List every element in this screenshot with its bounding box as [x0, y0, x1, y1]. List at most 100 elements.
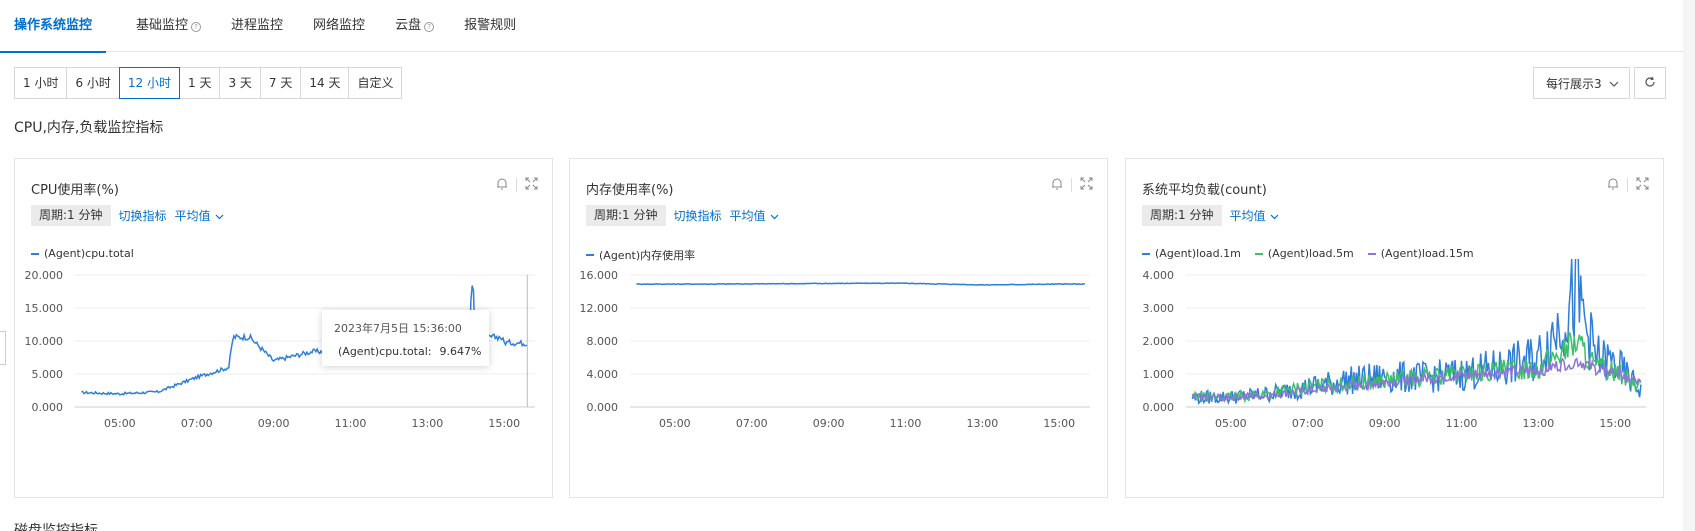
x-tick-label: 11:00	[1446, 417, 1478, 430]
y-tick-label: 0.000	[587, 401, 619, 414]
fullscreen-icon[interactable]	[1080, 177, 1093, 193]
x-tick-label: 05:00	[659, 417, 691, 430]
x-tick-label: 09:00	[258, 417, 290, 430]
tab-3[interactable]: 网络监控	[313, 0, 365, 52]
chevron-down-icon	[1270, 209, 1279, 223]
period-badge: 周期:1 分钟	[586, 205, 666, 226]
legend-swatch	[586, 254, 594, 256]
refresh-icon	[1644, 76, 1656, 91]
x-tick-label: 07:00	[181, 417, 213, 430]
chart-actions	[1051, 177, 1093, 193]
help-icon[interactable]: ?	[191, 22, 202, 32]
line-chart[interactable]: 0.000 1.000 2.000 3.000 4.000 05:00 07:00 09:00…	[1126, 259, 1663, 439]
x-tick-label: 05:00	[1215, 417, 1247, 430]
aggregation-label: 平均值	[174, 209, 211, 223]
y-tick-label: 15.000	[25, 302, 64, 315]
period-badge: 周期:1 分钟	[1142, 205, 1222, 226]
x-tick-label: 09:00	[1369, 417, 1401, 430]
series-line	[636, 282, 1085, 286]
x-tick-label: 15:00	[1599, 417, 1631, 430]
tooltip-label: (Agent)cpu.total:	[338, 345, 432, 358]
page-scrollbar[interactable]	[1683, 0, 1695, 531]
chevron-down-icon	[1609, 76, 1619, 90]
divider	[1627, 178, 1628, 192]
aggregation-label: 平均值	[729, 209, 766, 223]
y-tick-label: 16.000	[580, 269, 619, 282]
chart-title: 内存使用率(%)	[586, 183, 674, 198]
legend-swatch	[31, 252, 39, 255]
x-tick-label: 13:00	[967, 417, 999, 430]
side-collapse-handle[interactable]	[0, 331, 6, 365]
chart-title: 系统平均负载(count)	[1142, 183, 1267, 198]
y-tick-label: 2.000	[1143, 335, 1175, 348]
aggregation-select[interactable]: 平均值	[730, 207, 779, 224]
tab-1[interactable]: 基础监控?	[136, 0, 202, 52]
bell-icon[interactable]	[1051, 177, 1063, 193]
chart-controls: 周期:1 分钟 平均值	[1142, 205, 1279, 226]
section-title-disk: 磁盘监控指标	[14, 523, 98, 531]
tab-label: 操作系统监控	[14, 18, 93, 33]
time-range-button[interactable]: 3 天	[219, 67, 261, 99]
tab-2[interactable]: 进程监控	[231, 0, 283, 52]
x-tick-label: 15:00	[1043, 417, 1075, 430]
time-range-button[interactable]: 6 小时	[66, 67, 120, 99]
y-tick-label: 3.000	[1143, 302, 1175, 315]
x-tick-label: 07:00	[736, 417, 768, 430]
line-chart[interactable]: 0.000 4.000 8.000 12.000 16.000 05:00 07:00 09:…	[570, 259, 1107, 439]
chart-controls: 周期:1 分钟 切换指标 平均值	[586, 205, 779, 226]
divider	[1071, 178, 1072, 192]
time-range-button[interactable]: 1 天	[179, 67, 221, 99]
y-tick-label: 10.000	[25, 335, 64, 348]
help-icon[interactable]: ?	[424, 22, 435, 32]
y-tick-label: 4.000	[587, 368, 619, 381]
chart-card: 内存使用率(%) 周期:1 分钟 切换指标 平均值 (Agent)内存使用率 0…	[569, 158, 1108, 498]
tooltip-time: 2023年7月5日 15:36:00	[334, 322, 462, 335]
refresh-button[interactable]	[1634, 67, 1666, 99]
x-tick-label: 07:00	[1292, 417, 1324, 430]
y-tick-label: 0.000	[32, 401, 64, 414]
tooltip-row: (Agent)cpu.total: 9.647%	[334, 345, 481, 358]
y-tick-label: 4.000	[1143, 269, 1175, 282]
chart-actions	[1607, 177, 1649, 193]
aggregation-label: 平均值	[1229, 209, 1266, 223]
x-tick-label: 11:00	[335, 417, 367, 430]
tab-label: 网络监控	[313, 18, 366, 33]
tooltip-value: 9.647%	[439, 345, 482, 358]
bell-icon[interactable]	[1607, 177, 1619, 193]
y-tick-label: 5.000	[32, 368, 64, 381]
switch-metric-link[interactable]: 切换指标	[119, 207, 167, 224]
chart-tooltip: 2023年7月5日 15:36:00 (Agent)cpu.total: 9.6…	[322, 310, 489, 366]
tab-label: 报警规则	[464, 18, 517, 33]
x-tick-label: 13:00	[1523, 417, 1555, 430]
time-range-button[interactable]: 14 天	[300, 67, 350, 99]
time-range-button[interactable]: 1 小时	[14, 67, 68, 99]
tab-label: 基础监控	[136, 18, 189, 33]
time-range-button[interactable]: 12 小时	[118, 67, 180, 99]
legend-swatch	[1367, 252, 1376, 255]
switch-metric-link[interactable]: 切换指标	[674, 207, 722, 224]
x-tick-label: 13:00	[412, 417, 444, 430]
y-tick-label: 1.000	[1143, 368, 1175, 381]
aggregation-select[interactable]: 平均值	[175, 207, 224, 224]
tab-label: 云盘	[395, 18, 422, 33]
fullscreen-icon[interactable]	[1636, 177, 1649, 193]
bell-icon[interactable]	[496, 177, 508, 193]
chart-card: 系统平均负载(count) 周期:1 分钟 平均值 (Agent)load.1m…	[1125, 158, 1664, 498]
y-tick-label: 8.000	[587, 335, 619, 348]
tab-0[interactable]: 操作系统监控	[0, 0, 107, 53]
chart-title: CPU使用率(%)	[31, 183, 119, 198]
tab-4[interactable]: 云盘?	[395, 0, 435, 52]
tab-label: 进程监控	[231, 18, 284, 33]
time-range-button[interactable]: 7 天	[259, 67, 302, 99]
tab-5[interactable]: 报警规则	[464, 0, 516, 52]
x-tick-label: 15:00	[488, 417, 520, 430]
y-tick-label: 12.000	[580, 302, 619, 315]
fullscreen-icon[interactable]	[525, 177, 538, 193]
y-tick-label: 0.000	[1143, 401, 1175, 414]
y-tick-label: 20.000	[25, 269, 64, 282]
per-row-select[interactable]: 每行展示3	[1533, 67, 1630, 99]
time-range-group: 1 小时 6 小时 12 小时 1 天3 天7 天 14 天自定义	[14, 67, 403, 99]
aggregation-select[interactable]: 平均值	[1230, 207, 1279, 224]
divider	[516, 178, 517, 192]
time-range-button[interactable]: 自定义	[348, 67, 403, 99]
